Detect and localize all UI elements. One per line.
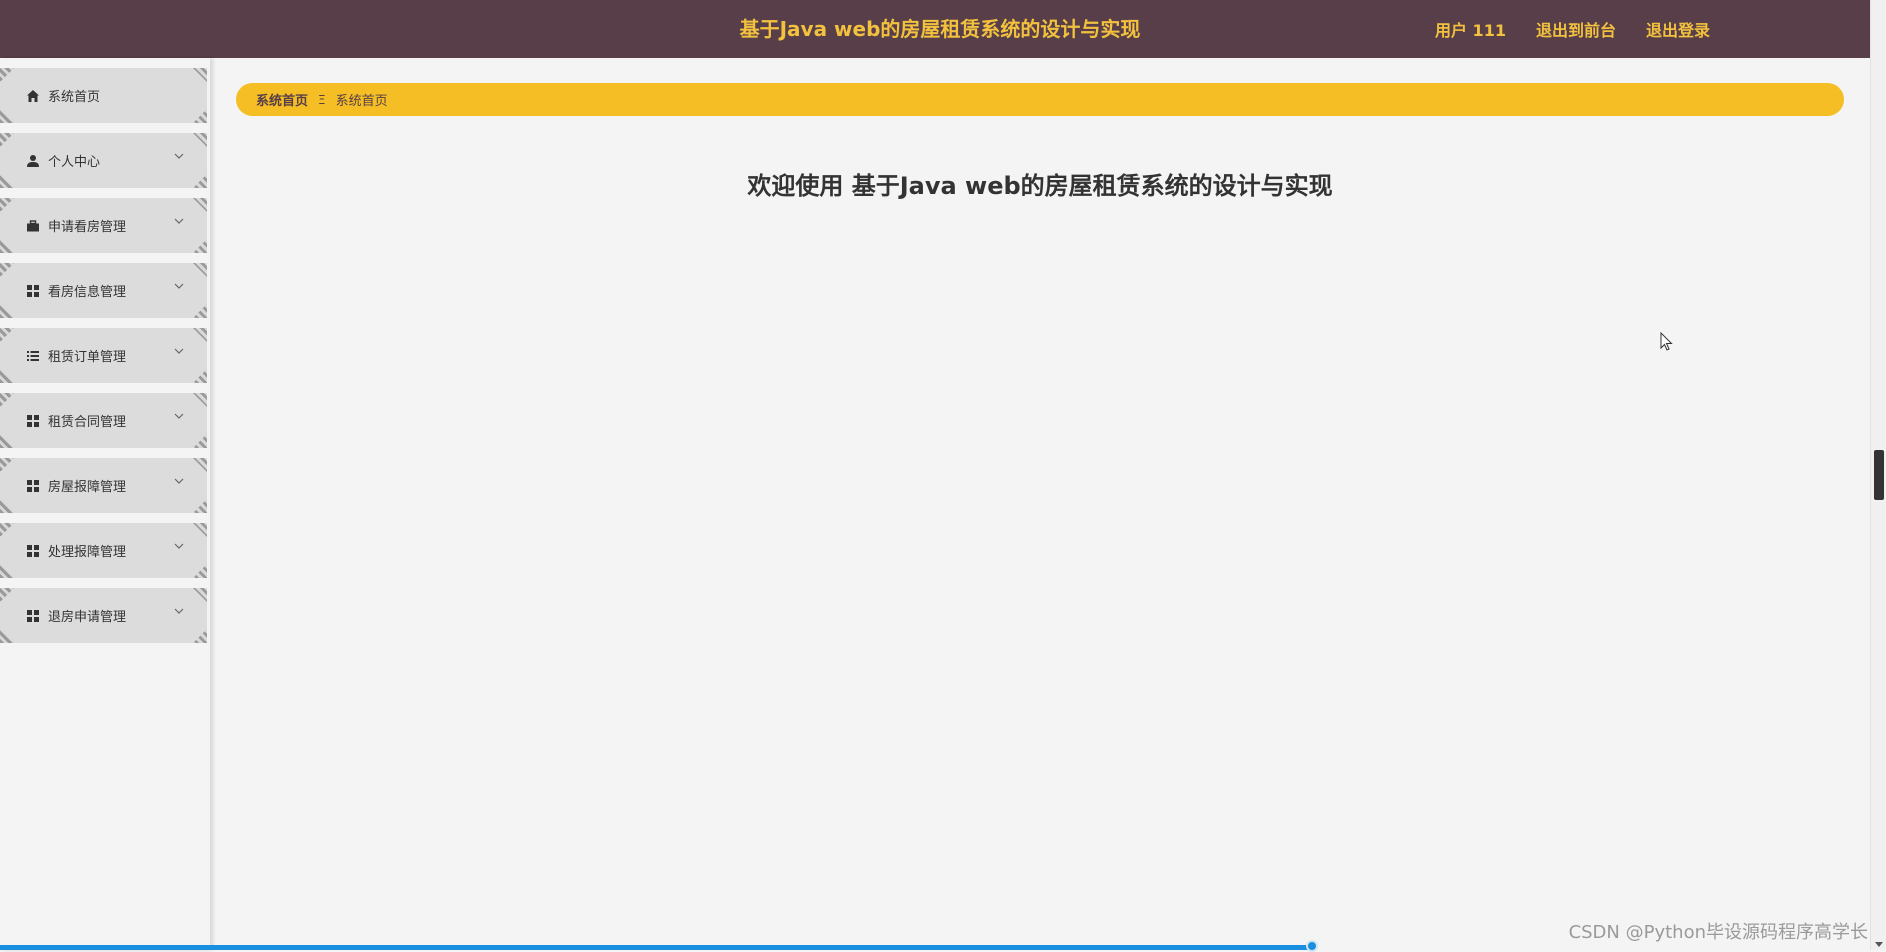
loading-progress-bar (0, 945, 1314, 950)
logout-link[interactable]: 退出登录 (1646, 17, 1710, 41)
sidebar-item-personal-center[interactable]: 个人中心 (0, 133, 207, 188)
sidebar-item-viewing-application[interactable]: 申请看房管理 (0, 198, 207, 253)
breadcrumb: 系统首页 Ξ 系统首页 (236, 83, 1844, 116)
chevron-down-icon (173, 476, 185, 486)
scroll-down-arrow-icon[interactable] (1875, 940, 1883, 948)
grid-icon (26, 414, 40, 428)
chevron-down-icon (173, 541, 185, 551)
sidebar-item-handle-fault-reports[interactable]: 处理报障管理 (0, 523, 207, 578)
sidebar-item-label: 租赁合同管理 (48, 411, 126, 430)
sidebar-item-wrap: 个人中心 (0, 133, 207, 188)
sidebar-item-rental-contracts[interactable]: 租赁合同管理 (0, 393, 207, 448)
watermark: CSDN @Python毕设源码程序高学长 (1569, 918, 1868, 944)
home-icon (26, 89, 40, 103)
sidebar-item-label: 看房信息管理 (48, 281, 126, 300)
chevron-down-icon (173, 151, 185, 161)
user-icon (26, 154, 40, 168)
sidebar-item-label: 租赁订单管理 (48, 346, 126, 365)
breadcrumb-separator: Ξ (318, 93, 326, 107)
exit-to-frontend-link[interactable]: 退出到前台 (1536, 17, 1616, 41)
breadcrumb-home-link[interactable]: 系统首页 (256, 90, 308, 109)
chevron-down-icon (173, 606, 185, 616)
sidebar-item-wrap: 申请看房管理 (0, 198, 207, 253)
sidebar-item-wrap: 退房申请管理 (0, 588, 207, 643)
sidebar-item-house-fault-reports[interactable]: 房屋报障管理 (0, 458, 207, 513)
chevron-down-icon (173, 281, 185, 291)
briefcase-icon (26, 219, 40, 233)
progress-indicator-dot (1306, 940, 1318, 952)
sidebar-item-wrap: 系统首页 (0, 68, 207, 123)
user-link[interactable]: 用户 111 (1435, 17, 1506, 41)
scrollbar-thumb[interactable] (1874, 450, 1884, 500)
grid-icon (26, 479, 40, 493)
header-links: 用户 111 退出到前台 退出登录 (1435, 0, 1710, 58)
sidebar-item-wrap: 租赁订单管理 (0, 328, 207, 383)
sidebar-item-wrap: 处理报障管理 (0, 523, 207, 578)
sidebar-item-wrap: 看房信息管理 (0, 263, 207, 318)
page-scrollbar[interactable] (1870, 0, 1886, 950)
grid-icon (26, 544, 40, 558)
grid-icon (26, 609, 40, 623)
sidebar-item-wrap: 房屋报障管理 (0, 458, 207, 513)
sidebar-item-label: 处理报障管理 (48, 541, 126, 560)
chevron-down-icon (173, 346, 185, 356)
mouse-cursor-icon (1660, 332, 1674, 352)
grid-icon (26, 284, 40, 298)
sidebar-item-label: 申请看房管理 (48, 216, 126, 235)
sidebar-item-label: 退房申请管理 (48, 606, 126, 625)
chevron-down-icon (173, 216, 185, 226)
sidebar-item-checkout-application[interactable]: 退房申请管理 (0, 588, 207, 643)
sidebar-item-home[interactable]: 系统首页 (0, 68, 207, 123)
sidebar-item-viewing-info[interactable]: 看房信息管理 (0, 263, 207, 318)
sidebar-item-label: 系统首页 (48, 86, 100, 105)
sidebar: 系统首页 个人中心 申请看房管理 (0, 58, 210, 950)
top-header: 基于Java web的房屋租赁系统的设计与实现 用户 111 退出到前台 退出登… (0, 0, 1870, 58)
sidebar-item-label: 个人中心 (48, 151, 100, 170)
sidebar-item-label: 房屋报障管理 (48, 476, 126, 495)
breadcrumb-current: 系统首页 (336, 90, 388, 109)
chevron-down-icon (173, 411, 185, 421)
welcome-heading: 欢迎使用 基于Java web的房屋租赁系统的设计与实现 (210, 166, 1870, 201)
sidebar-item-rental-orders[interactable]: 租赁订单管理 (0, 328, 207, 383)
list-icon (26, 349, 40, 363)
sidebar-item-wrap: 租赁合同管理 (0, 393, 207, 448)
